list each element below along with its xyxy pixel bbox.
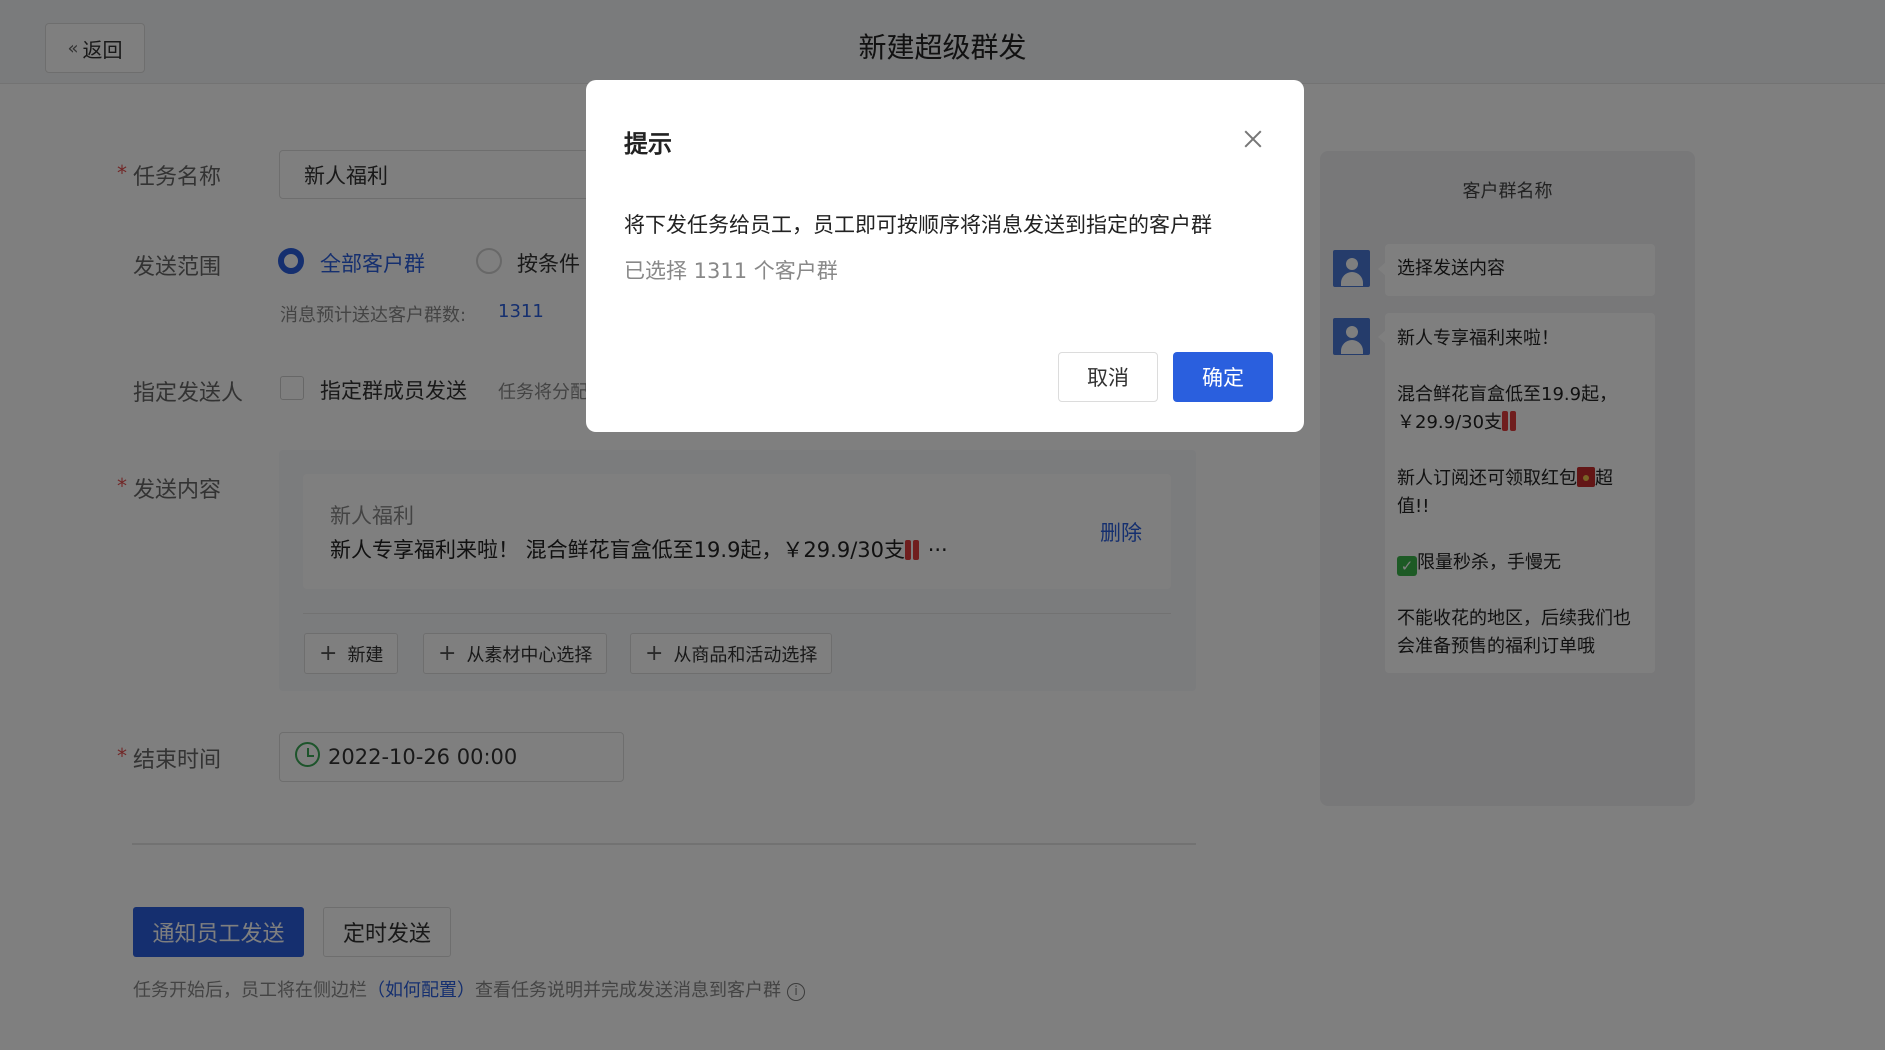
close-icon[interactable] xyxy=(1240,126,1266,152)
confirm-button[interactable]: 确定 xyxy=(1173,352,1273,402)
dialog-selected-count: 已选择 1311 个客户群 xyxy=(624,259,838,283)
dialog-message: 将下发任务给员工，员工即可按顺序将消息发送到指定的客户群 xyxy=(624,213,1212,237)
dialog-title: 提示 xyxy=(624,130,672,158)
cancel-button[interactable]: 取消 xyxy=(1058,352,1158,402)
confirm-dialog: 提示 将下发任务给员工，员工即可按顺序将消息发送到指定的客户群 已选择 1311… xyxy=(586,80,1304,432)
